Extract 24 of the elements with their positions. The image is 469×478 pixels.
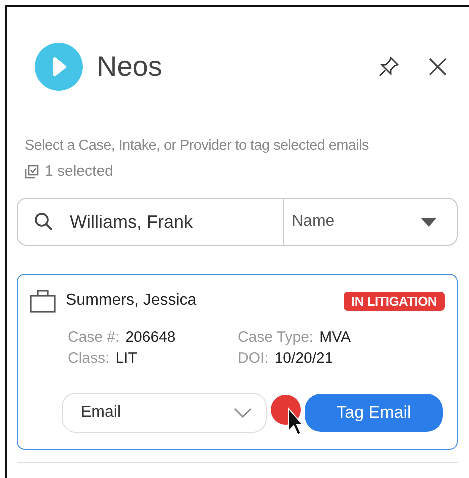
field-label: Case #: xyxy=(68,329,120,346)
selection-icon xyxy=(25,164,39,178)
app-title: Neos xyxy=(97,51,164,83)
field-label: Class: xyxy=(68,350,110,367)
filter-dropdown[interactable]: Name xyxy=(283,199,457,245)
caret-icon xyxy=(421,218,437,226)
instruction-text: Select a Case, Intake, or Provider to tag selected emails xyxy=(24,138,370,154)
tag-type-dropdown[interactable]: Email xyxy=(62,393,267,433)
status-badge: IN LITIGATION xyxy=(344,292,445,310)
search-field[interactable]: Williams, Frank Name xyxy=(17,198,458,246)
logo-icon xyxy=(35,43,83,91)
field-value: MVA xyxy=(320,329,352,346)
briefcase-icon xyxy=(30,289,56,313)
field-value: 10/20/21 xyxy=(274,350,334,367)
field-value: 206648 xyxy=(126,329,176,346)
case-name: Summers, Jessica xyxy=(66,292,198,310)
field-label: Case Type: xyxy=(238,329,314,346)
field-label: DOI: xyxy=(238,350,269,367)
chevron-icon xyxy=(234,408,252,418)
case-card[interactable]: Summers, Jessica IN LITIGATION Case #: 206648 Case Type: MVA Class: LIT DOI: 10/20/21 Email Tag Email xyxy=(17,274,458,450)
search-icon xyxy=(34,212,54,232)
tag-email-button[interactable]: Tag Email xyxy=(305,394,443,432)
selected-count: 1 selected xyxy=(45,163,114,180)
field-value: LIT xyxy=(116,350,138,367)
